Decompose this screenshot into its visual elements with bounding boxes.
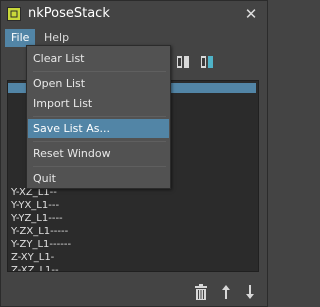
move-down-icon[interactable]: [245, 284, 255, 300]
close-icon: ✕: [244, 5, 258, 23]
move-up-icon[interactable]: [221, 284, 231, 300]
list-item[interactable]: Y-ZX_L1-----: [11, 225, 71, 238]
menu-item-clear-list[interactable]: Clear List: [28, 49, 169, 68]
layout-icon[interactable]: [176, 54, 190, 70]
app-logo-icon: [7, 7, 21, 21]
menu-item-open-list[interactable]: Open List: [28, 74, 169, 93]
menu-separator: [33, 71, 166, 72]
close-button[interactable]: ✕: [242, 5, 260, 23]
app-window: nkPoseStack ✕ File Help Y-XZ_L1-- Y-YX_L…: [0, 0, 268, 307]
list-item[interactable]: Y-YX_L1---: [11, 199, 71, 212]
window-title: nkPoseStack: [28, 6, 110, 21]
menu-item-save-list-as[interactable]: Save List As...: [28, 119, 169, 138]
file-menu-dropdown: Clear List Open List Import List Save Li…: [26, 45, 171, 189]
trash-icon[interactable]: [195, 284, 207, 300]
list-item[interactable]: Z-XZ_L1--: [11, 264, 71, 271]
menu-separator: [33, 141, 166, 142]
menu-item-import-list[interactable]: Import List: [28, 94, 169, 113]
menu-separator: [33, 116, 166, 117]
menu-separator: [33, 166, 166, 167]
list-item[interactable]: Y-ZY_L1------: [11, 238, 71, 251]
title-bar[interactable]: nkPoseStack ✕: [1, 1, 267, 29]
pose-list-rows: Y-XZ_L1-- Y-YX_L1--- Y-YZ_L1---- Y-ZX_L1…: [11, 186, 71, 271]
menu-item-reset-window[interactable]: Reset Window: [28, 144, 169, 163]
list-item[interactable]: Z-XY_L1-: [11, 251, 71, 264]
layout-color-icon[interactable]: [200, 54, 214, 70]
list-item[interactable]: Y-YZ_L1----: [11, 212, 71, 225]
menu-item-quit[interactable]: Quit: [28, 169, 169, 188]
